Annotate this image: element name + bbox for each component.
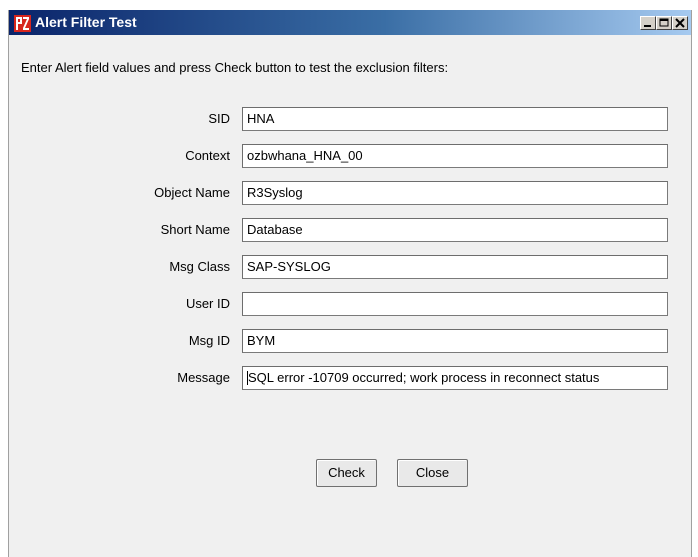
sid-field[interactable]: HNA: [242, 107, 668, 131]
minimize-button[interactable]: [640, 16, 656, 30]
maximize-button[interactable]: [656, 16, 672, 30]
alert-filter-test-window: Alert Filter Test Enter Alert field valu…: [8, 10, 692, 557]
sid-label: SID: [208, 111, 230, 126]
maximize-icon: [659, 18, 669, 27]
user-id-label: User ID: [185, 296, 230, 311]
row-message: Message SQL error -10709 occurred; work …: [9, 366, 691, 392]
msg-class-field[interactable]: SAP-SYSLOG: [242, 255, 668, 279]
row-msg-class: Msg Class SAP-SYSLOG: [9, 255, 691, 281]
row-msg-id: Msg ID BYM: [9, 329, 691, 355]
instruction-text: Enter Alert field values and press Check…: [21, 60, 449, 75]
row-user-id: User ID: [9, 292, 691, 318]
close-dialog-button[interactable]: Close: [397, 459, 468, 487]
message-value: SQL error -10709 occurred; work process …: [248, 370, 600, 385]
close-icon: [675, 18, 685, 28]
msg-id-field[interactable]: BYM: [242, 329, 668, 353]
check-button[interactable]: Check: [316, 459, 377, 487]
text-caret: [247, 370, 248, 385]
msg-id-label: Msg ID: [188, 333, 230, 348]
close-button[interactable]: [672, 16, 688, 30]
row-context: Context ozbwhana_HNA_00: [9, 144, 691, 170]
message-label: Message: [177, 370, 230, 385]
window-title: Alert Filter Test: [35, 14, 137, 30]
title-bar[interactable]: Alert Filter Test: [9, 10, 691, 35]
row-object-name: Object Name R3Syslog: [9, 181, 691, 207]
short-name-field[interactable]: Database: [242, 218, 668, 242]
message-field[interactable]: SQL error -10709 occurred; work process …: [242, 366, 668, 390]
pz-app-icon: [14, 15, 31, 32]
object-name-field[interactable]: R3Syslog: [242, 181, 668, 205]
context-label: Context: [185, 148, 230, 163]
row-short-name: Short Name Database: [9, 218, 691, 244]
object-name-label: Object Name: [154, 185, 230, 200]
row-sid: SID HNA: [9, 107, 691, 133]
short-name-label: Short Name: [160, 222, 230, 237]
user-id-field[interactable]: [242, 292, 668, 316]
minimize-icon: [644, 25, 651, 27]
msg-class-label: Msg Class: [169, 259, 230, 274]
context-field[interactable]: ozbwhana_HNA_00: [242, 144, 668, 168]
